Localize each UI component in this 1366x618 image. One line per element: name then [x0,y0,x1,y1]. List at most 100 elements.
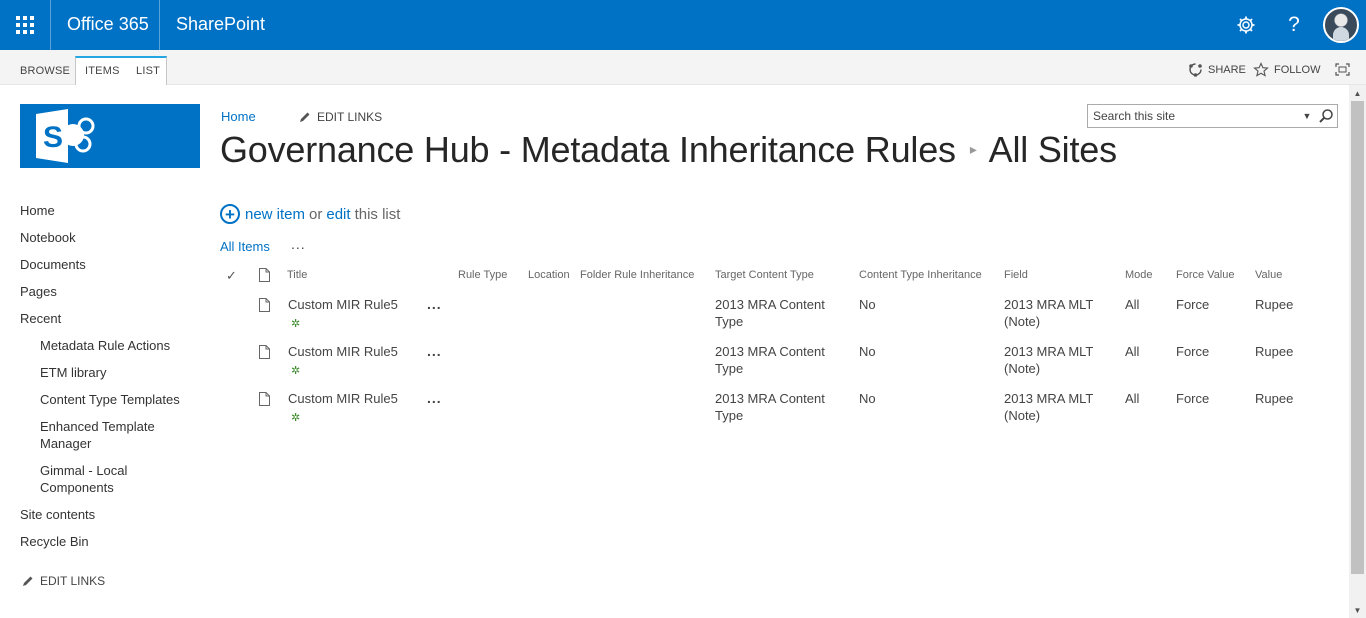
focus-on-content-button[interactable] [1335,63,1350,76]
row-title-link[interactable]: Custom MIR Rule5 [288,296,398,313]
topnav-home-link[interactable]: Home [221,109,256,124]
ribbon: BROWSE ITEMS LIST SHARE FOLLOW [0,50,1366,85]
nav-etm-library[interactable]: ETM library [40,364,106,381]
help-icon[interactable]: ? [1280,11,1308,39]
breadcrumb-chevron-icon: ▸ [969,140,977,157]
row-target-content-type-line2: Type [715,314,744,329]
edit-links-top-button[interactable]: EDIT LINKS [299,110,382,124]
row-target-content-type-line2: Type [715,408,744,423]
settings-gear-icon[interactable] [1232,11,1260,39]
nav-metadata-rule-actions[interactable]: Metadata Rule Actions [40,337,170,354]
row-field-line1: 2013 MRA MLT [1004,297,1094,312]
nav-pages[interactable]: Pages [20,283,57,300]
row-field-line1: 2013 MRA MLT [1004,391,1094,406]
pencil-icon [300,112,310,122]
search-icon[interactable] [1318,108,1334,124]
svg-text:S: S [43,121,63,154]
office365-brand-link[interactable]: Office 365 [67,14,149,35]
nav-content-type-templates[interactable]: Content Type Templates [40,391,180,408]
row-mode: All [1125,297,1140,312]
new-item-icon: ✲ [291,318,301,330]
new-item-icon: ✲ [291,412,301,424]
column-header-field[interactable]: Field [1004,269,1028,281]
suite-bar: Office 365 SharePoint ? [0,0,1366,50]
scroll-down-arrow-icon[interactable]: ▼ [1349,602,1366,618]
item-menu-ellipsis[interactable]: ... [427,343,442,359]
follow-label: FOLLOW [1274,64,1321,76]
column-header-force-value[interactable]: Force Value [1176,269,1235,281]
view-all-items[interactable]: All Items [220,239,270,254]
nav-gimmal-local-components[interactable]: Gimmal - Local Components [40,462,150,496]
column-header-title[interactable]: Title [287,269,307,281]
app-launcher-button[interactable] [0,0,50,50]
column-header-mode[interactable]: Mode [1125,269,1153,281]
scrollbar-thumb[interactable] [1351,101,1364,574]
nav-notebook[interactable]: Notebook [20,229,76,246]
row-title-link[interactable]: Custom MIR Rule5 [288,390,398,407]
row-field-line2: (Note) [1004,314,1041,329]
search-box: ▼ [1087,104,1338,128]
focus-content-icon [1335,63,1350,76]
tab-list[interactable]: LIST [136,65,160,77]
row-content-type-inheritance: No [859,344,876,359]
page-title: Governance Hub - Metadata Inheritance Ru… [220,129,1117,171]
sharepoint-app-link[interactable]: SharePoint [176,14,265,35]
nav-site-contents[interactable]: Site contents [20,506,95,523]
column-header-content-type-inheritance[interactable]: Content Type Inheritance [859,269,982,281]
row-target-content-type-line2: Type [715,361,744,376]
row-content-type-inheritance: No [859,391,876,406]
document-icon [259,345,270,359]
nav-home[interactable]: Home [20,202,55,219]
item-menu-ellipsis[interactable]: ... [427,296,442,312]
site-title-link[interactable]: Governance Hub - Metadata Inheritance Ru… [220,129,956,170]
nav-recycle-bin[interactable]: Recycle Bin [20,533,89,550]
or-text: or [309,205,323,223]
nav-documents[interactable]: Documents [20,256,86,273]
column-header-location[interactable]: Location [528,269,570,281]
share-button[interactable]: SHARE [1188,62,1246,77]
row-field-line2: (Note) [1004,361,1041,376]
site-logo[interactable]: S [20,104,200,168]
row-field-line2: (Note) [1004,408,1041,423]
column-header-folder-rule-inheritance[interactable]: Folder Rule Inheritance [580,269,694,281]
follow-button[interactable]: FOLLOW [1253,62,1320,78]
app-launcher-icon [16,16,34,34]
row-force-value: Force [1176,297,1210,312]
tab-browse[interactable]: BROWSE [20,65,70,77]
edit-links-label: EDIT LINKS [317,110,383,124]
new-item-bar: + new item or edit this list [220,204,404,224]
document-icon [259,392,270,406]
row-value: Rupee [1255,344,1294,359]
column-header-target-content-type[interactable]: Target Content Type [715,269,814,281]
nav-recent[interactable]: Recent [20,310,61,327]
select-all-checkmark-icon[interactable]: ✓ [226,268,237,284]
row-content-type-inheritance: No [859,297,876,312]
search-input[interactable] [1088,105,1288,127]
tab-items[interactable]: ITEMS [85,65,120,77]
scroll-up-arrow-icon[interactable]: ▲ [1349,85,1366,101]
pencil-icon [23,576,33,586]
sharepoint-logo-icon: S [36,109,95,163]
column-header-value[interactable]: Value [1255,269,1282,281]
search-scope-dropdown-icon[interactable]: ▼ [1300,109,1314,123]
row-mode: All [1125,391,1140,406]
this-list-text: this list [354,205,401,223]
edit-links-left-button[interactable]: EDIT LINKS [22,574,105,588]
row-value: Rupee [1255,391,1294,406]
row-value: Rupee [1255,297,1294,312]
row-title-link[interactable]: Custom MIR Rule5 [288,343,398,360]
star-icon [1253,62,1269,77]
document-icon [259,298,270,312]
new-item-icon: ✲ [291,365,301,377]
row-field-line1: 2013 MRA MLT [1004,344,1094,359]
column-header-rule-type[interactable]: Rule Type [458,269,507,281]
item-menu-ellipsis[interactable]: ... [427,390,442,406]
suite-divider [159,0,160,50]
view-more-ellipsis[interactable]: ... [291,236,306,252]
new-item-link[interactable]: new item [245,206,305,223]
user-avatar[interactable] [1323,7,1359,43]
add-circle-icon[interactable]: + [220,204,240,224]
nav-enhanced-template-manager[interactable]: Enhanced Template Manager [40,418,170,452]
row-target-content-type-line1: 2013 MRA Content [715,297,825,312]
edit-list-link[interactable]: edit [326,206,350,223]
